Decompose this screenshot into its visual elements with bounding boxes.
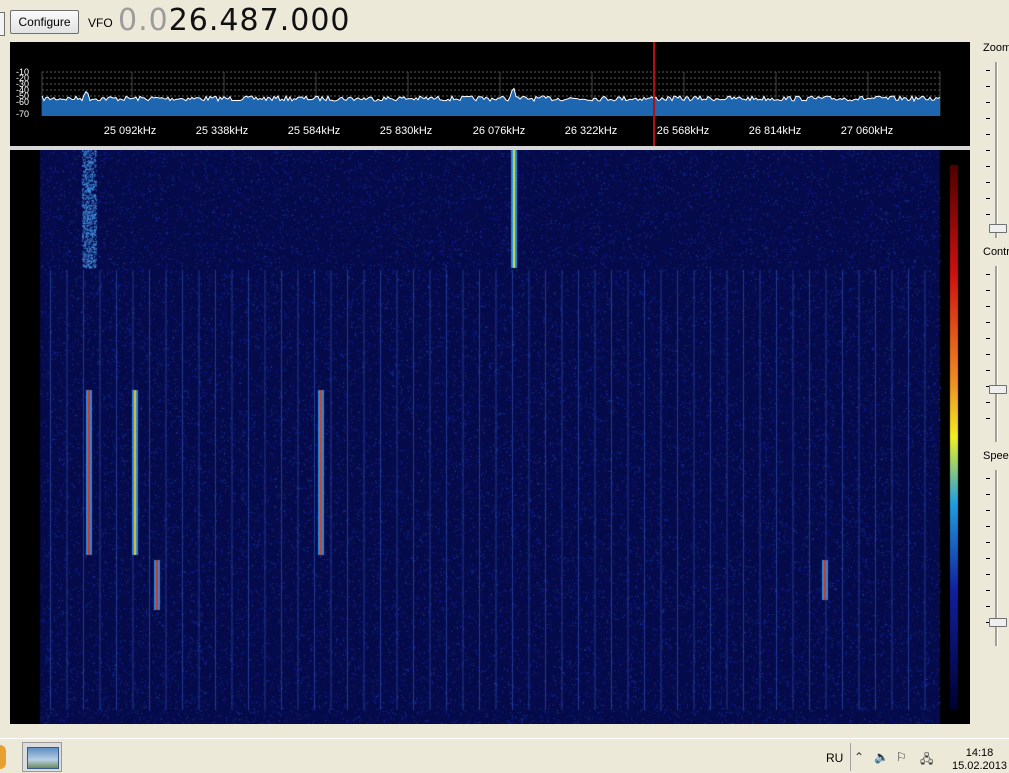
freq-label: 25 830kHz — [380, 125, 433, 137]
contrast-slider-track — [995, 266, 998, 442]
slider-tick — [986, 150, 990, 151]
action-center-flag-icon[interactable]: ⚐ — [896, 750, 907, 764]
zoom-label: Zoom — [983, 42, 1009, 54]
start-button[interactable] — [0, 745, 6, 769]
slider-tick — [986, 134, 990, 135]
contrast-label: Contra — [983, 246, 1009, 258]
freq-label: 25 584kHz — [288, 125, 341, 137]
freq-label: 26 076kHz — [473, 125, 526, 137]
spectrum-svg: -10 -20 -30 -40 -50 -60 -70 25 092kHz 25… — [16, 42, 941, 146]
freq-label: 27 060kHz — [841, 125, 894, 137]
system-clock[interactable]: 14:18 15.02.2013 — [950, 747, 1009, 773]
slider-tick — [986, 306, 990, 307]
frequency-axis-labels: 25 092kHz 25 338kHz 25 584kHz 25 830kHz … — [104, 125, 894, 137]
slider-tick — [986, 322, 990, 323]
db-label: -70 — [16, 109, 29, 119]
vfo-label: VFO — [88, 16, 113, 30]
spectrum-plot[interactable]: -10 -20 -30 -40 -50 -60 -70 25 092kHz 25… — [10, 42, 970, 146]
slider-tick — [986, 418, 990, 419]
db-label: -60 — [16, 97, 29, 107]
frequency-leading-digits: 0.0 — [118, 3, 169, 38]
frequency-digits: 26.487.000 — [168, 3, 351, 38]
freq-label: 26 568kHz — [657, 125, 710, 137]
frequency-display[interactable]: 0.026.487.000 — [118, 3, 351, 38]
slider-tick — [986, 478, 990, 479]
freq-label: 25 338kHz — [196, 125, 249, 137]
panel-collapse-handle[interactable] — [0, 12, 5, 36]
slider-tick — [986, 370, 990, 371]
zoom-slider-thumb[interactable] — [989, 224, 1007, 233]
waterfall-canvas — [10, 150, 970, 724]
slider-tick — [986, 494, 990, 495]
slider-tick — [986, 214, 990, 215]
db-axis-labels: -10 -20 -30 -40 -50 -60 -70 — [16, 67, 29, 119]
language-indicator[interactable]: RU — [826, 751, 843, 765]
show-hidden-icons-icon[interactable]: ⌃ — [854, 750, 864, 764]
slider-tick — [986, 70, 990, 71]
slider-tick — [986, 166, 990, 167]
clock-date: 15.02.2013 — [951, 760, 1008, 772]
spectrum-fill — [42, 88, 940, 116]
freq-label: 26 814kHz — [749, 125, 802, 137]
slider-tick — [986, 118, 990, 119]
network-disconnected-icon[interactable]: 🖧 — [920, 750, 933, 771]
speaker-icon[interactable]: 🔈 — [874, 750, 889, 764]
freq-label: 26 322kHz — [565, 125, 618, 137]
slider-tick — [986, 182, 990, 183]
slider-tick — [986, 102, 990, 103]
slider-tick — [986, 590, 990, 591]
slider-tick — [986, 86, 990, 87]
slider-tick — [986, 542, 990, 543]
slider-tick — [986, 290, 990, 291]
toolbar: Configure VFO 0.026.487.000 — [0, 0, 1009, 42]
speed-slider-thumb[interactable] — [989, 618, 1007, 627]
contrast-slider-thumb[interactable] — [989, 385, 1007, 394]
slider-tick — [986, 526, 990, 527]
configure-button[interactable]: Configure — [10, 10, 79, 34]
freq-label: 25 092kHz — [104, 125, 157, 137]
taskbar-app-button[interactable] — [22, 742, 62, 772]
slider-tick — [986, 198, 990, 199]
slider-tick — [986, 274, 990, 275]
speed-slider[interactable] — [986, 470, 1007, 646]
app-window-icon — [27, 747, 59, 769]
tray-separator — [850, 743, 851, 771]
slider-tick — [986, 606, 990, 607]
slider-tick — [986, 354, 990, 355]
slider-tick — [986, 574, 990, 575]
slider-tick — [986, 510, 990, 511]
slider-tick — [986, 558, 990, 559]
slider-tick — [986, 338, 990, 339]
clock-time: 14:18 — [965, 747, 994, 759]
waterfall-display[interactable] — [10, 150, 970, 724]
speed-label: Spee — [983, 450, 1009, 462]
zoom-slider-track — [995, 62, 998, 238]
slider-tick — [986, 402, 990, 403]
contrast-slider[interactable] — [986, 266, 1007, 442]
zoom-slider[interactable] — [986, 62, 1007, 238]
taskbar: RU ⌃ 🔈 ⚐ 🖧 14:18 15.02.2013 — [0, 738, 1009, 773]
